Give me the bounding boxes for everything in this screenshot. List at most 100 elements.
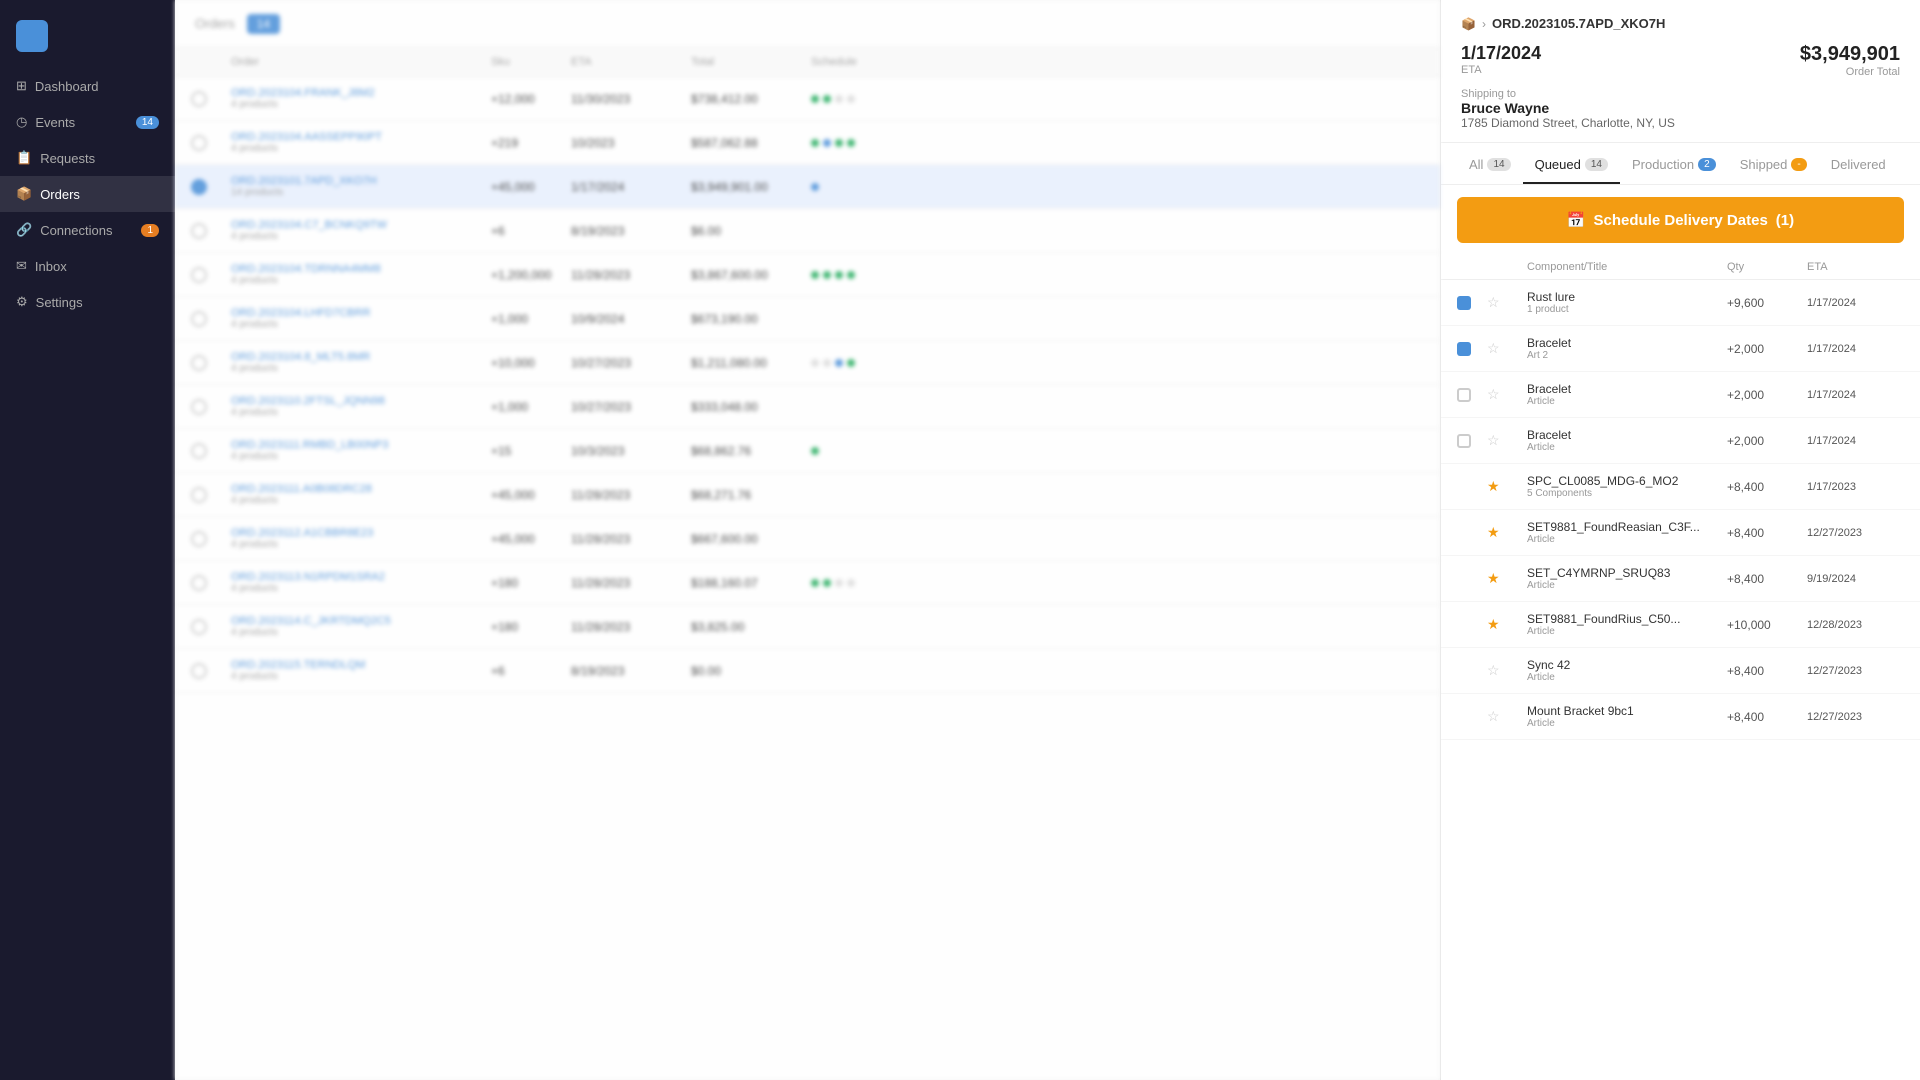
sidebar-item-connections[interactable]: 🔗 Connections 1 [0, 212, 175, 248]
item-qty: +8,400 [1727, 480, 1807, 494]
list-item[interactable]: ★ SET9881_FoundRius_C50...Article +10,00… [1441, 602, 1920, 648]
item-name: Mount Bracket 9bc1 [1527, 704, 1727, 718]
sidebar-logo [0, 12, 175, 68]
table-header: Order Sku ETA Total Schedule [175, 48, 1440, 77]
table-row[interactable]: ORD.2023115.TERNDLQM4 products +6 8/19/2… [175, 649, 1440, 693]
item-checkbox[interactable] [1457, 388, 1471, 402]
item-qty: +9,600 [1727, 296, 1807, 310]
item-name: Bracelet [1527, 336, 1727, 350]
tab-all[interactable]: All 14 [1457, 147, 1523, 184]
item-checkbox[interactable] [1457, 296, 1471, 310]
list-item[interactable]: ★ SET9881_FoundReasian_C3F...Article +8,… [1441, 510, 1920, 556]
tab-queued-label: Queued [1535, 157, 1581, 172]
package-icon: 📦 [1461, 17, 1476, 31]
item-star[interactable]: ★ [1487, 570, 1527, 587]
items-col-eta: ETA [1807, 261, 1920, 273]
items-col-qty: Qty [1727, 261, 1807, 273]
item-star[interactable]: ☆ [1487, 662, 1527, 679]
table-row[interactable]: ORD.2023111.A0B08DRC284 products +45,000… [175, 473, 1440, 517]
tab-delivered[interactable]: Delivered [1819, 147, 1898, 184]
row-select[interactable] [191, 399, 207, 415]
item-star[interactable]: ★ [1487, 616, 1527, 633]
table-row[interactable]: ORD.2023104.TDRNNA4MM84 products +1,200,… [175, 253, 1440, 297]
sidebar-item-requests[interactable]: 📋 Requests [0, 140, 175, 176]
item-eta: 12/27/2023 [1807, 711, 1920, 723]
row-select[interactable] [191, 531, 207, 547]
list-item[interactable]: ☆ BraceletArticle +2,000 1/17/2024 $82,5… [1441, 372, 1920, 418]
row-select[interactable] [191, 135, 207, 151]
row-select[interactable] [191, 223, 207, 239]
table-row[interactable]: ORD.2023110.2FTSL_JQNN984 products +1,00… [175, 385, 1440, 429]
table-row[interactable]: ORD.2023104.LHFD7CBRR4 products +1,000 1… [175, 297, 1440, 341]
list-item[interactable]: ☆ Rust lure1 product +9,600 1/17/2024 $2… [1441, 280, 1920, 326]
tab-production-badge: 2 [1698, 158, 1716, 171]
table-row[interactable]: ORD.2023104.C7_BCNKQ9TW4 products +6 8/1… [175, 209, 1440, 253]
list-item[interactable]: ★ SPC_CL0085_MDG-6_MO25 Components +8,40… [1441, 464, 1920, 510]
schedule-delivery-banner[interactable]: 📅 Schedule Delivery Dates (1) [1457, 197, 1904, 243]
row-select[interactable] [191, 311, 207, 327]
item-star[interactable]: ☆ [1487, 432, 1527, 449]
list-item[interactable]: ★ SET_C4YMRNP_SRUQ83Article +8,400 9/19/… [1441, 556, 1920, 602]
row-select[interactable] [191, 487, 207, 503]
table-row[interactable]: ORD.2023113.N1RPDM1SRA24 products +180 1… [175, 561, 1440, 605]
tab-production[interactable]: Production 2 [1620, 147, 1728, 184]
events-badge: 14 [136, 116, 159, 129]
sidebar-item-inbox[interactable]: ✉ Inbox [0, 248, 175, 284]
table-row[interactable]: ORD.2023111.RMBD_LB00NP34 products +15 1… [175, 429, 1440, 473]
row-select[interactable] [191, 443, 207, 459]
table-row[interactable]: ORD.2023112.A1CBBR8E234 products +45,000… [175, 517, 1440, 561]
item-eta: 9/19/2024 [1807, 573, 1920, 585]
tab-queued[interactable]: Queued 14 [1523, 147, 1620, 184]
sidebar-item-label: Inbox [35, 259, 67, 274]
sidebar-item-label: Dashboard [35, 79, 99, 94]
row-select[interactable] [191, 575, 207, 591]
item-name: Rust lure [1527, 290, 1727, 304]
item-star[interactable]: ☆ [1487, 294, 1527, 311]
list-item[interactable]: ☆ BraceletArt 2 +2,000 1/17/2024 $82,500… [1441, 326, 1920, 372]
topbar: Orders 14 [175, 0, 1440, 48]
item-qty: +8,400 [1727, 526, 1807, 540]
tab-shipped[interactable]: Shipped - [1728, 147, 1819, 184]
row-select[interactable] [191, 355, 207, 371]
list-item[interactable]: ☆ Mount Bracket 9bc1Article +8,400 12/27… [1441, 694, 1920, 740]
item-name: SET9881_FoundReasian_C3F... [1527, 520, 1727, 534]
sidebar-item-dashboard[interactable]: ⊞ Dashboard [0, 68, 175, 104]
panel-eta-date: 1/17/2024 [1461, 43, 1541, 64]
calendar-icon: 📅 [1567, 211, 1586, 229]
recipient-name: Bruce Wayne [1461, 100, 1900, 116]
settings-icon: ⚙ [16, 294, 28, 310]
item-star[interactable]: ★ [1487, 478, 1527, 495]
row-select[interactable] [191, 91, 207, 107]
table-row[interactable]: ORD.2023114.C_JKRTDMQ2C54 products +180 … [175, 605, 1440, 649]
item-star[interactable]: ★ [1487, 524, 1527, 541]
table-row[interactable]: ORD.2023104.8_MLT5.8MR4 products +10,000… [175, 341, 1440, 385]
item-checkbox[interactable] [1457, 342, 1471, 356]
item-star[interactable]: ☆ [1487, 708, 1527, 725]
sidebar-item-label: Requests [40, 151, 95, 166]
sidebar-item-events[interactable]: ◷ Events 14 [0, 104, 175, 140]
table-row[interactable]: ORD.2023104.FRANK_J8M24 products +12,000… [175, 77, 1440, 121]
item-checkbox[interactable] [1457, 434, 1471, 448]
item-eta: 1/17/2023 [1807, 481, 1920, 493]
item-star[interactable]: ☆ [1487, 340, 1527, 357]
row-select[interactable] [191, 179, 207, 195]
table-row-selected[interactable]: ORD.2023101.7APD_XKO7H14 products +45,00… [175, 165, 1440, 209]
row-select[interactable] [191, 619, 207, 635]
item-star[interactable]: ☆ [1487, 386, 1527, 403]
item-name: Bracelet [1527, 428, 1727, 442]
list-item[interactable]: ☆ Sync 42Article +8,400 12/27/2023 $213,… [1441, 648, 1920, 694]
order-id-link[interactable]: ORD.2023105.7APD_XKO7H [1492, 16, 1665, 31]
panel-order-total: $3,949,901 [1800, 43, 1900, 66]
items-table-header: Component/Title Qty ETA Amount/Cost [1441, 255, 1920, 280]
shipping-to-label: Shipping to [1461, 88, 1900, 100]
row-select[interactable] [191, 663, 207, 679]
tab-queued-badge: 14 [1585, 158, 1608, 171]
table-row[interactable]: ORD.2023104.AASSEPP90PT4 products +219 1… [175, 121, 1440, 165]
item-qty: +2,000 [1727, 342, 1807, 356]
main-content: Orders 14 Order Sku ETA Total Schedule O… [175, 0, 1440, 1080]
sidebar-item-settings[interactable]: ⚙ Settings [0, 284, 175, 320]
sidebar-item-orders[interactable]: 📦 Orders [0, 176, 175, 212]
list-item[interactable]: ☆ BraceletArticle +2,000 1/17/2024 $82,5… [1441, 418, 1920, 464]
item-eta: 1/17/2024 [1807, 389, 1920, 401]
row-select[interactable] [191, 267, 207, 283]
